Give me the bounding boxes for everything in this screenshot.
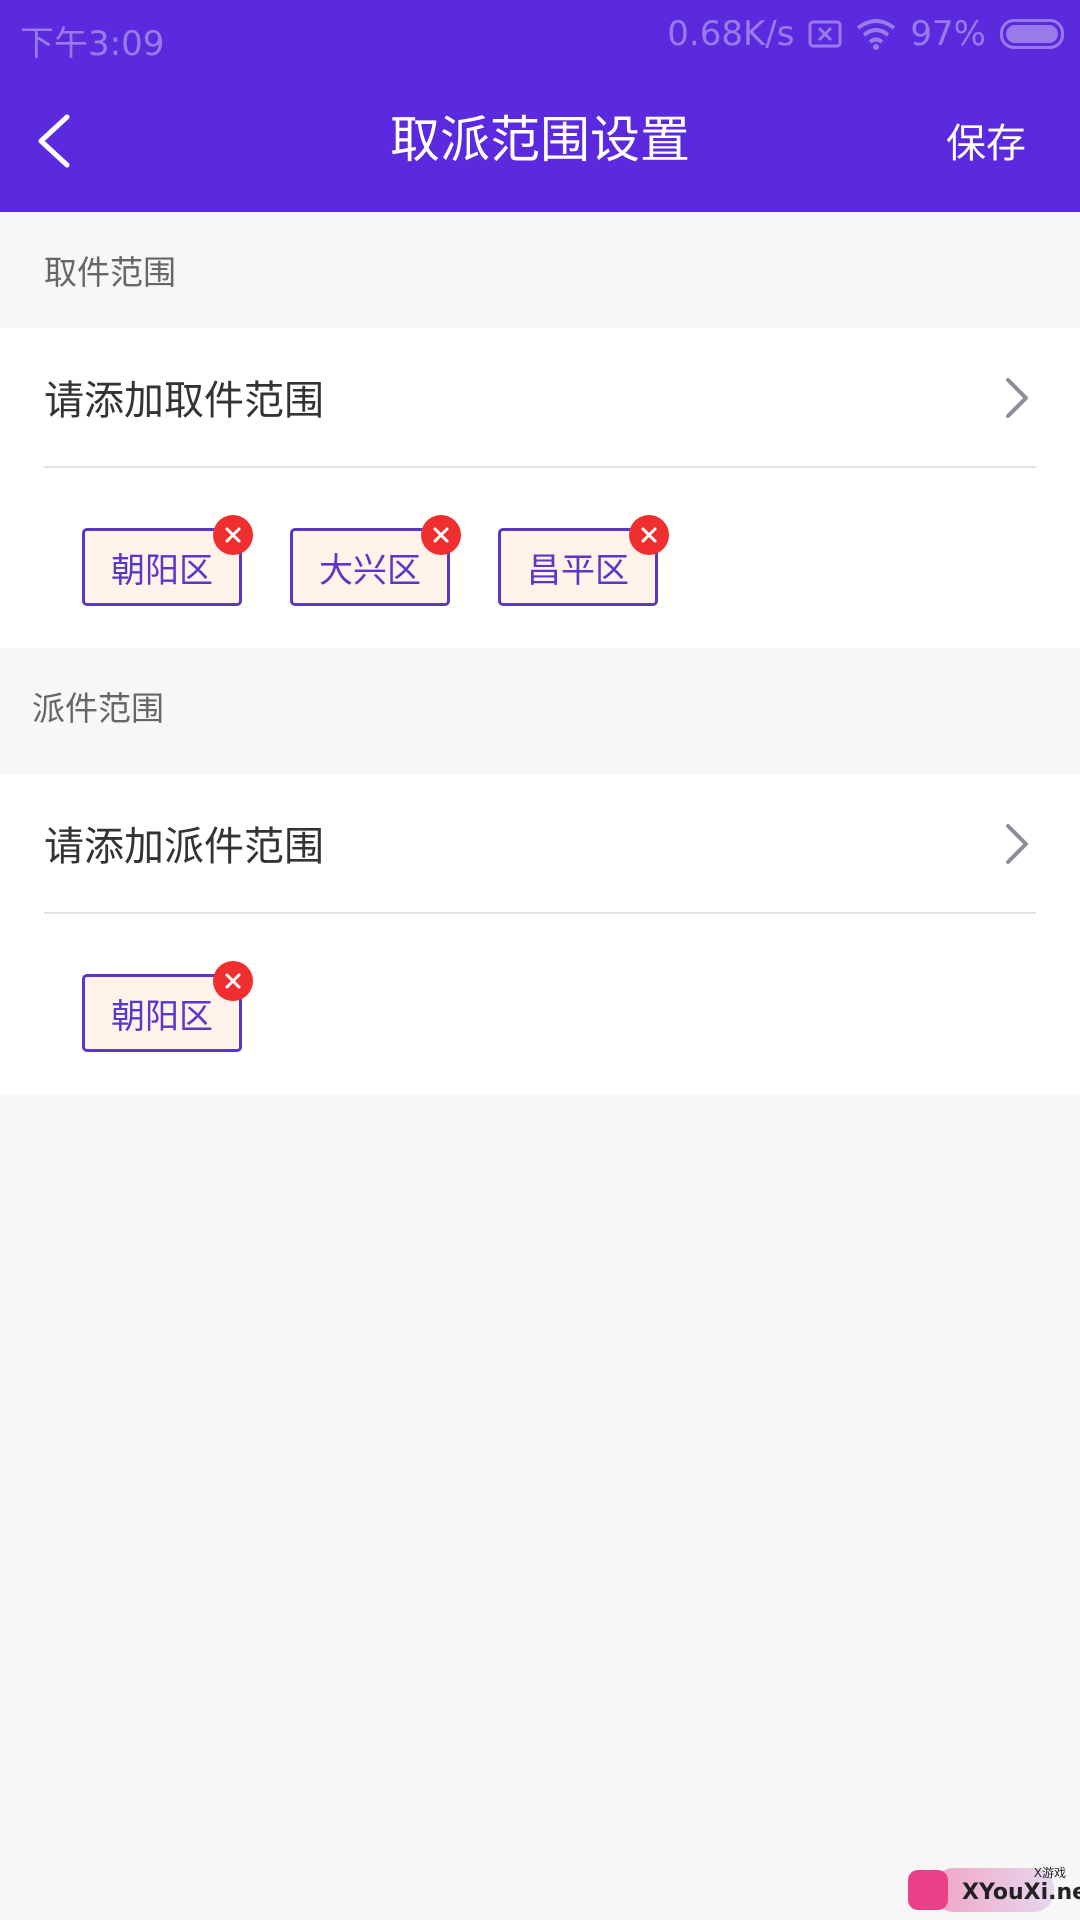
remove-tag-button[interactable]: [213, 961, 253, 1001]
remove-tag-button[interactable]: [629, 515, 669, 555]
dispatch-section-title: 派件范围: [32, 689, 164, 728]
watermark-logo: X游戏 XYouXi.net: [904, 1862, 1080, 1918]
chevron-right-icon: [1006, 824, 1028, 864]
pickup-tag-label: 昌平区: [527, 550, 629, 591]
close-icon: [225, 973, 241, 989]
battery-percent: 97%: [910, 14, 986, 54]
dispatch-tags: 朝阳区: [0, 916, 1080, 1076]
status-right: 0.68K/s 97%: [667, 14, 1064, 54]
dispatch-tag: 朝阳区: [82, 961, 253, 1052]
dispatch-tag-label: 朝阳区: [111, 996, 213, 1037]
pickup-section-title: 取件范围: [44, 253, 176, 292]
status-net-speed: 0.68K/s: [667, 14, 795, 54]
pickup-tag: 朝阳区: [82, 515, 253, 606]
dispatch-section-header: 派件范围: [0, 648, 1080, 764]
add-pickup-range-row[interactable]: 请添加取件范围: [44, 328, 1036, 468]
pickup-section-header: 取件范围: [0, 212, 1080, 328]
close-icon: [641, 527, 657, 543]
pickup-tag: 昌平区: [498, 515, 669, 606]
dispatch-block: 请添加派件范围 朝阳区: [0, 774, 1080, 1094]
add-dispatch-range-label: 请添加派件范围: [44, 824, 324, 870]
close-icon: [433, 527, 449, 543]
pickup-tag: 大兴区: [290, 515, 461, 606]
add-pickup-range-label: 请添加取件范围: [44, 378, 324, 424]
wifi-icon: [856, 18, 896, 50]
pickup-tag-label: 朝阳区: [111, 550, 213, 591]
remove-tag-button[interactable]: [421, 515, 461, 555]
status-bar: 下午3:09 0.68K/s 97%: [0, 0, 1080, 74]
app-root: 下午3:09 0.68K/s 97% 取派范围设置 保存 取件范围 请添加取件范…: [0, 0, 1080, 1920]
add-dispatch-range-row[interactable]: 请添加派件范围: [44, 774, 1036, 914]
chevron-right-icon: [1006, 378, 1028, 418]
remove-tag-button[interactable]: [213, 515, 253, 555]
app-header: 取派范围设置 保存: [0, 74, 1080, 212]
save-button[interactable]: 保存: [946, 114, 1026, 174]
pickup-block: 请添加取件范围 朝阳区 大兴区 昌平区: [0, 328, 1080, 648]
status-time: 下午3:09: [20, 24, 165, 64]
watermark-small-text: X游戏: [1033, 1866, 1066, 1880]
page-title: 取派范围设置: [390, 111, 690, 169]
watermark-text: XYouXi.net: [962, 1880, 1080, 1905]
gamepad-icon: [908, 1870, 948, 1910]
pickup-tags: 朝阳区 大兴区 昌平区: [0, 470, 1080, 630]
close-icon: [225, 527, 241, 543]
pickup-tag-label: 大兴区: [319, 550, 421, 591]
no-sim-icon: [808, 19, 842, 49]
battery-icon: [1000, 19, 1064, 49]
